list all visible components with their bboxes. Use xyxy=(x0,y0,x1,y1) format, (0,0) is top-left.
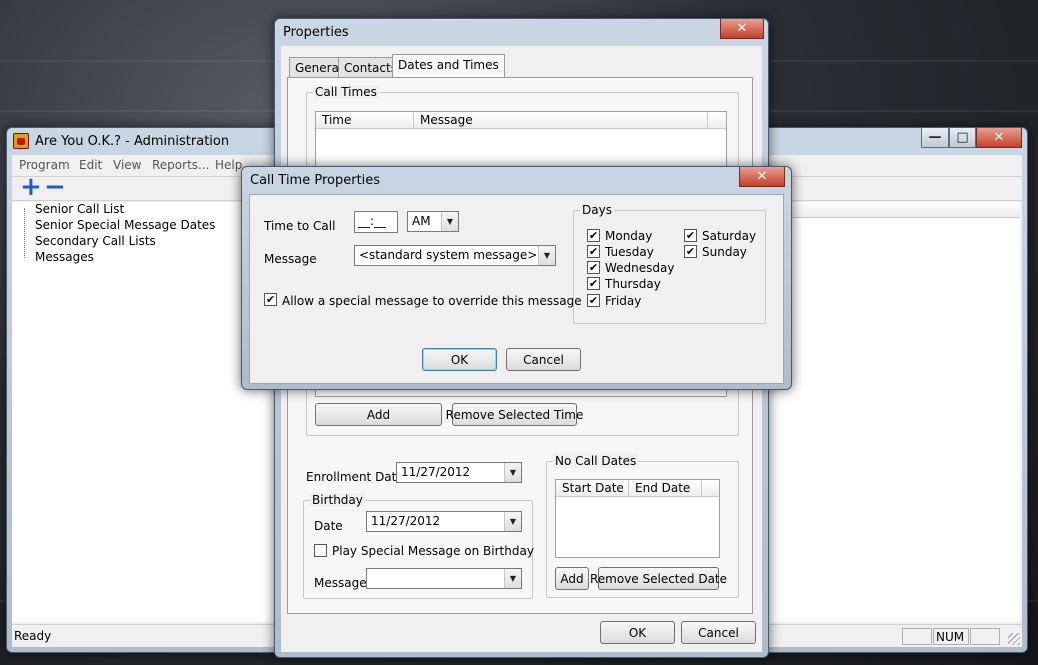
remove-selected-time-button[interactable]: Remove Selected Time xyxy=(446,403,583,426)
override-label: Allow a special message to override this… xyxy=(282,294,582,308)
no-call-dates-header: Start Date End Date xyxy=(556,480,719,497)
call-message-value: <standard system message> xyxy=(359,248,538,262)
time-to-call-label: Time to Call xyxy=(264,219,336,233)
properties-title: Properties xyxy=(283,25,349,40)
tree-view[interactable]: Senior Call List Senior Special Message … xyxy=(12,202,276,622)
add-date-button[interactable]: Add xyxy=(555,567,589,590)
call-times-label: Call Times xyxy=(313,85,379,99)
play-special-checkbox[interactable] xyxy=(314,544,327,557)
saturday-label: Saturday xyxy=(702,229,757,243)
monday-checkbox[interactable]: ✔ xyxy=(587,229,600,242)
enrollment-date-picker[interactable]: 11/27/2012 ▼ xyxy=(396,462,522,483)
resize-grip-icon[interactable] xyxy=(1008,633,1020,645)
tree-item-special-message-dates[interactable]: Senior Special Message Dates xyxy=(35,218,215,232)
status-panel-3 xyxy=(970,628,1000,645)
tree-item-messages[interactable]: Messages xyxy=(35,250,94,264)
chevron-down-icon[interactable]: ▼ xyxy=(538,246,555,265)
thursday-label: Thursday xyxy=(605,277,661,291)
menu-program[interactable]: Program xyxy=(19,158,70,172)
menu-edit[interactable]: Edit xyxy=(79,158,102,172)
call-time-ok-button[interactable]: OK xyxy=(422,348,497,371)
minimize-button[interactable]: — xyxy=(921,128,949,148)
properties-cancel-button[interactable]: Cancel xyxy=(681,621,756,644)
column-start-date[interactable]: Start Date xyxy=(556,480,629,497)
play-special-label: Play Special Message on Birthday xyxy=(332,544,534,558)
chevron-down-icon[interactable]: ▼ xyxy=(441,212,458,231)
status-panel-1 xyxy=(902,628,932,645)
list-pane-header xyxy=(766,202,1020,218)
menu-help[interactable]: Help xyxy=(215,158,242,172)
tree-item-senior-call-list[interactable]: Senior Call List xyxy=(35,202,124,216)
call-time-close-button[interactable]: ✕ xyxy=(739,167,785,187)
add-icon[interactable]: + xyxy=(20,172,42,202)
column-message[interactable]: Message xyxy=(414,112,708,129)
tuesday-label: Tuesday xyxy=(605,245,654,259)
ampm-select[interactable]: AM ▼ xyxy=(407,211,459,232)
app-logo-icon xyxy=(13,133,29,149)
birthday-message-select[interactable]: ▼ xyxy=(366,568,522,589)
call-message-label: Message xyxy=(264,252,317,266)
tree-item-secondary-call-lists[interactable]: Secondary Call Lists xyxy=(35,234,156,248)
call-time-title: Call Time Properties xyxy=(250,173,381,188)
chevron-down-icon[interactable]: ▼ xyxy=(504,569,521,588)
add-time-button[interactable]: Add xyxy=(315,403,442,426)
time-to-call-input[interactable]: __:__ xyxy=(354,211,398,233)
thursday-checkbox[interactable]: ✔ xyxy=(587,277,600,290)
wednesday-label: Wednesday xyxy=(605,261,675,275)
days-label: Days xyxy=(580,203,614,217)
chevron-down-icon[interactable]: ▼ xyxy=(504,463,521,482)
sunday-label: Sunday xyxy=(702,245,747,259)
ampm-value: AM xyxy=(412,214,431,228)
status-panel-num: NUM xyxy=(933,628,969,645)
column-end-date[interactable]: End Date xyxy=(629,480,702,497)
close-button[interactable]: ✕ xyxy=(976,128,1022,148)
friday-checkbox[interactable]: ✔ xyxy=(587,294,600,307)
status-ready: Ready xyxy=(14,629,52,643)
birthday-message-label: Message xyxy=(314,576,367,590)
column-time[interactable]: Time xyxy=(316,112,414,129)
no-call-dates-label: No Call Dates xyxy=(553,454,639,468)
remove-selected-date-button[interactable]: Remove Selected Date xyxy=(590,567,727,590)
birthday-label: Birthday xyxy=(310,493,365,507)
sunday-checkbox[interactable]: ✔ xyxy=(684,245,697,258)
remove-icon[interactable]: − xyxy=(44,172,66,202)
override-checkbox[interactable]: ✔ xyxy=(264,293,277,306)
friday-label: Friday xyxy=(605,294,642,308)
properties-close-button[interactable]: ✕ xyxy=(720,19,764,39)
admin-window-title: Are You O.K.? - Administration xyxy=(35,134,230,149)
menu-view[interactable]: View xyxy=(113,158,141,172)
properties-ok-button[interactable]: OK xyxy=(600,621,675,644)
tuesday-checkbox[interactable]: ✔ xyxy=(587,245,600,258)
maximize-button[interactable]: □ xyxy=(949,128,976,148)
birthday-date-label: Date xyxy=(314,519,343,533)
menu-reports[interactable]: Reports... xyxy=(152,158,209,172)
list-pane[interactable] xyxy=(766,218,1020,622)
saturday-checkbox[interactable]: ✔ xyxy=(684,229,697,242)
wednesday-checkbox[interactable]: ✔ xyxy=(587,261,600,274)
no-call-dates-list[interactable]: Start Date End Date xyxy=(555,479,720,558)
enrollment-date-value: 11/27/2012 xyxy=(401,465,471,479)
tab-dates-and-times[interactable]: Dates and Times xyxy=(392,54,505,78)
enrollment-date-label: Enrollment Date xyxy=(306,470,404,484)
birthday-date-picker[interactable]: 11/27/2012 ▼ xyxy=(366,511,522,532)
call-times-header: Time Message xyxy=(316,112,726,129)
birthday-date-value: 11/27/2012 xyxy=(371,514,441,528)
monday-label: Monday xyxy=(605,229,653,243)
chevron-down-icon[interactable]: ▼ xyxy=(504,512,521,531)
call-message-select[interactable]: <standard system message> ▼ xyxy=(354,245,556,266)
tree-line xyxy=(24,208,25,258)
call-time-cancel-button[interactable]: Cancel xyxy=(506,348,581,371)
